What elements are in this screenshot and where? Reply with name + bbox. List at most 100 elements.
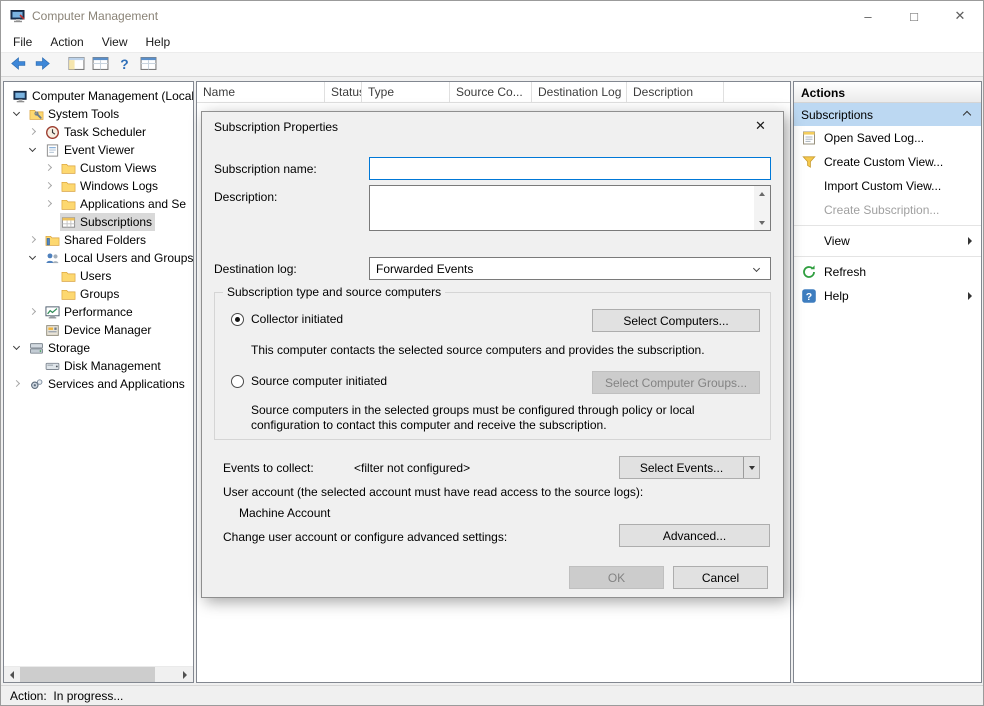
chevron-up-icon[interactable] [963,111,971,119]
console-window-button[interactable] [136,54,160,76]
tree-item-subscriptions[interactable]: Subscriptions [4,213,193,231]
action-refresh[interactable]: Refresh [794,260,981,284]
status-bar: Action: In progress... [1,685,983,705]
scroll-down-arrow-icon[interactable] [754,216,770,229]
column-header-description[interactable]: Description [627,82,724,102]
tree-item-label: Event Viewer [64,141,134,159]
folder-icon [61,287,76,302]
tree-item-system-tools[interactable]: System Tools [4,105,193,123]
collector-initiated-label: Collector initiated [251,312,343,326]
tree-item-performance[interactable]: Performance [4,303,193,321]
column-header-destination-log[interactable]: Destination Log [532,82,627,102]
tree-item-task-scheduler[interactable]: Task Scheduler [4,123,193,141]
tree-item-applications-and-se[interactable]: Applications and Se [4,195,193,213]
minimize-button[interactable]: – [845,1,891,31]
ok-button[interactable]: OK [569,566,664,589]
tree-item-label: System Tools [48,105,119,123]
task-scheduler-icon [45,125,60,140]
tree-item-label: Disk Management [64,357,161,375]
services-icon [29,377,44,392]
tree-item-label: Task Scheduler [64,123,146,141]
collector-initiated-radio[interactable]: Collector initiated [231,312,343,326]
menu-action[interactable]: Action [41,32,92,52]
chevron-down-icon[interactable] [29,145,36,152]
column-header-name[interactable]: Name [197,82,325,102]
close-button[interactable]: ✕ [937,1,983,31]
menu-help[interactable]: Help [137,32,180,52]
column-header-source-co[interactable]: Source Co... [450,82,532,102]
source-computer-initiated-radio[interactable]: Source computer initiated [231,374,387,388]
scroll-up-arrow-icon[interactable] [754,187,770,200]
properties-window-button[interactable] [88,54,112,76]
dropdown-arrow-icon[interactable] [743,457,759,478]
chevron-right-icon[interactable] [29,308,36,315]
radio-unselected-icon [231,375,244,388]
tree-item-users[interactable]: Users [4,267,193,285]
tree-item-event-viewer[interactable]: Event Viewer [4,141,193,159]
dialog-close-button[interactable]: ✕ [738,112,783,140]
action-import-custom-view[interactable]: Import Custom View... [794,174,981,198]
action-help[interactable]: ?Help [794,284,981,308]
tree-item-computer-management-local[interactable]: Computer Management (Local [4,87,193,105]
chevron-down-icon [753,265,760,272]
chevron-right-icon[interactable] [29,128,36,135]
users-groups-icon [45,251,60,266]
maximize-button[interactable]: □ [891,1,937,31]
tree-item-label: Performance [64,303,133,321]
chevron-down-icon[interactable] [13,109,20,116]
advanced-button[interactable]: Advanced... [619,524,770,547]
chevron-down-icon[interactable] [13,343,20,350]
forward-button[interactable] [30,54,54,76]
action-create-custom-view[interactable]: Create Custom View... [794,150,981,174]
tree-item-storage[interactable]: Storage [4,339,193,357]
scroll-right-arrow-icon[interactable] [177,667,193,683]
tree-item-device-manager[interactable]: Device Manager [4,321,193,339]
action-create-subscription[interactable]: Create Subscription... [794,198,981,222]
device-manager-icon [45,323,60,338]
action-view[interactable]: View [794,229,981,253]
menu-file[interactable]: File [4,32,41,52]
chevron-right-icon[interactable] [29,236,36,243]
menu-view[interactable]: View [93,32,137,52]
actions-section-subscriptions[interactable]: Subscriptions [794,103,981,126]
tree-item-groups[interactable]: Groups [4,285,193,303]
action-label: View [824,234,850,248]
description-textarea[interactable] [369,185,771,231]
subscription-name-input[interactable] [369,157,771,180]
tree-item-windows-logs[interactable]: Windows Logs [4,177,193,195]
destination-log-label: Destination log: [214,262,297,276]
select-events-button[interactable]: Select Events... [619,456,760,479]
chevron-right-icon[interactable] [13,380,20,387]
tree-item-shared-folders[interactable]: Shared Folders [4,231,193,249]
tree-item-disk-management[interactable]: Disk Management [4,357,193,375]
destination-log-dropdown[interactable]: Forwarded Events [369,257,771,280]
show-hide-console-tree-button[interactable] [64,54,88,76]
create-view-icon [801,154,817,170]
scrollbar-thumb[interactable] [20,667,155,683]
tree-item-label: Windows Logs [80,177,158,195]
tree-item-local-users-and-groups[interactable]: Local Users and Groups [4,249,193,267]
icon-placeholder [801,202,817,218]
cancel-button[interactable]: Cancel [673,566,768,589]
user-account-label: User account (the selected account must … [223,485,643,499]
chevron-down-icon[interactable] [29,253,36,260]
chevron-right-icon[interactable] [45,200,52,207]
tree-item-services-and-applications[interactable]: Services and Applications [4,375,193,393]
folder-icon [61,161,76,176]
tree-horizontal-scrollbar[interactable] [4,666,193,682]
chevron-right-icon[interactable] [45,164,52,171]
select-computer-groups-button[interactable]: Select Computer Groups... [592,371,760,394]
tree-item-custom-views[interactable]: Custom Views [4,159,193,177]
submenu-arrow-icon [968,292,972,300]
events-to-collect-label: Events to collect: [223,461,314,475]
back-button[interactable] [6,54,30,76]
chevron-right-icon[interactable] [45,182,52,189]
column-header-status[interactable]: Status [325,82,362,102]
action-open-saved-log[interactable]: Open Saved Log... [794,126,981,150]
help-button[interactable]: ? [112,54,136,76]
column-header-type[interactable]: Type [362,82,450,102]
dialog-title: Subscription Properties [214,120,338,134]
select-computers-button[interactable]: Select Computers... [592,309,760,332]
scroll-left-arrow-icon[interactable] [4,667,20,683]
textarea-scrollbar[interactable] [754,186,770,230]
